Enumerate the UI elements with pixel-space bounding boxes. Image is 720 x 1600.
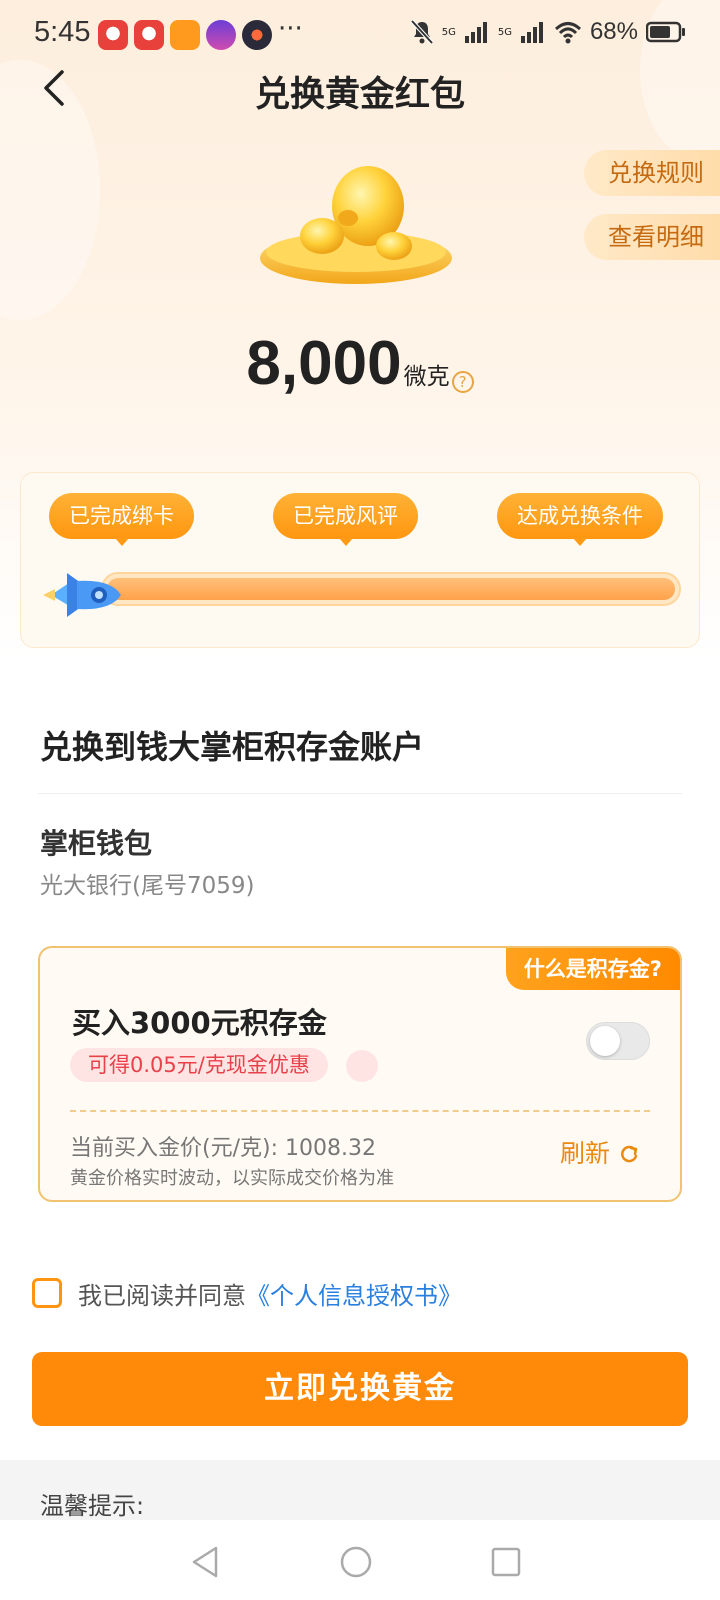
gold-deposit-card: 什么是积存金? 买入3000元积存金 可得0.05元/克现金优惠 当前买入金价(… [38,946,682,1202]
system-status: 5G 5G 68% [410,18,686,46]
page-title: 兑换黄金红包 [254,75,465,115]
exchange-gold-button[interactable]: 立即兑换黄金 [32,1352,688,1426]
gold-amount: 8,000微克? [0,328,720,399]
refresh-button[interactable]: 刷新 [560,1134,640,1170]
nav-back-icon[interactable] [186,1542,226,1582]
clown-app-icon [98,20,128,50]
gold-nugget-icon [260,166,452,284]
dashed-divider [70,1110,650,1112]
refresh-icon [621,1145,638,1163]
nav-recents-icon[interactable] [486,1542,526,1582]
mute-bell-icon [410,19,434,45]
nav-home-icon[interactable] [336,1542,376,1582]
what-is-deposit-gold-badge[interactable]: 什么是积存金? [505,948,680,990]
status-bar: 5:45 ··· 5G 5G 68% [0,0,720,70]
battery-percentage: 68% [589,18,638,45]
question-circle-icon[interactable]: ? [451,371,474,393]
buy-deposit-toggle[interactable] [586,1022,650,1060]
buy-deposit-title: 买入3000元积存金 [72,1006,327,1040]
network-type-label: 5G [441,26,456,38]
more-notifications-icon: ··· [278,14,303,44]
firework-app-icon [242,20,272,50]
network-type-label: 5G [497,26,512,38]
wifi-icon [554,22,581,44]
refresh-label: 刷新 [560,1139,611,1168]
agreement-text: 我已阅读并同意《个人信息授权书》 [78,1276,462,1311]
agreement-label: 我已阅读并同意 [78,1282,246,1310]
castle-app-icon [206,20,236,50]
milestone-risk-assessed: 已完成风评 [273,493,418,546]
price-disclaimer: 黄金价格实时波动，以实际成交价格为准 [70,1168,394,1189]
current-gold-price: 当前买入金价(元/克): 1008.32 [70,1136,376,1161]
amount-value: 8,000 [246,329,402,398]
privacy-authorization-link[interactable]: 《个人信息授权书》 [246,1282,462,1310]
wallet-title: 掌柜钱包 [40,827,153,860]
battery-icon [646,21,685,43]
wallet-bank-account: 光大银行(尾号7059) [40,873,255,899]
system-nav-bar [0,1520,720,1600]
amount-unit: 微克 [403,364,450,390]
rocket-icon [43,573,121,617]
signal-icon [520,22,543,43]
tips-title: 温馨提示: [40,1492,145,1520]
view-details-button[interactable]: 查看明细 [584,214,720,260]
divider [38,793,682,794]
agreement-checkbox[interactable] [32,1278,62,1308]
progress-fill [107,578,675,600]
discount-tag: 可得0.05元/克现金优惠 [70,1048,328,1082]
section-title: 兑换到钱大掌柜积存金账户 [40,728,425,766]
status-time: 5:45 [34,16,91,48]
notification-icons [98,20,272,50]
discount-tag-dot [346,1050,378,1082]
exchange-rules-button[interactable]: 兑换规则 [584,150,720,196]
progress-card: 已完成绑卡 已完成风评 达成兑换条件 [20,472,700,648]
milestone-exchange-condition: 达成兑换条件 [497,493,663,546]
clown-app-icon [134,20,164,50]
signal-icon [464,22,487,43]
toggle-knob [590,1026,620,1056]
game-app-icon [170,20,200,50]
milestone-card-bound: 已完成绑卡 [49,493,194,546]
progress-track [101,572,681,606]
